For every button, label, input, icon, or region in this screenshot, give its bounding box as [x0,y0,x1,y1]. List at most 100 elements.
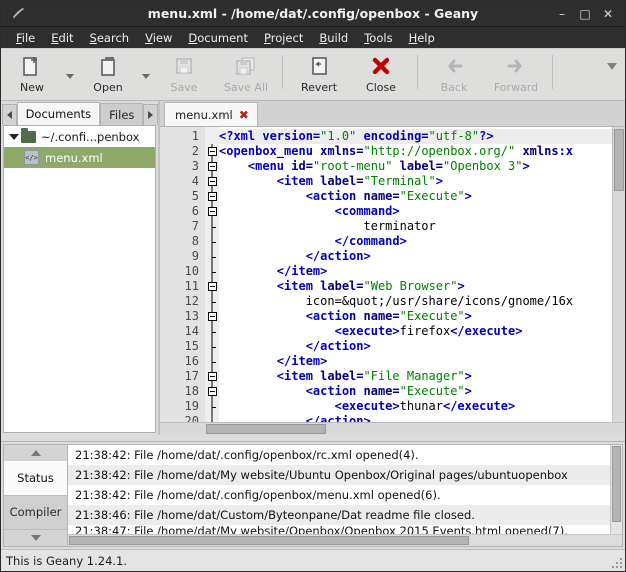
menu-view[interactable]: View [137,31,180,45]
code-line[interactable]: </item> [219,264,612,279]
code-line[interactable]: icon=&quot;/usr/share/icons/gnome/16x [219,294,612,309]
menu-help[interactable]: Help [401,31,443,45]
menu-build[interactable]: Build [311,31,356,45]
code-view[interactable]: <?xml version="1.0" encoding="utf-8"?> <o… [219,127,612,422]
xml-file-icon: </> [24,150,39,165]
minimize-button[interactable]: – [556,8,568,20]
open-dropdown-arrow[interactable] [139,51,153,99]
message-tab-compiler[interactable]: Compiler [4,495,67,530]
code-line[interactable]: <action name="Execute"> [219,309,612,324]
close-file-button[interactable]: Close [350,51,412,99]
tree-row-folder[interactable]: ~/.confi...penbox [4,126,155,147]
resize-grip[interactable] [609,555,623,569]
documents-tree[interactable]: ~/.confi...penbox </> menu.xml [3,125,156,433]
tree-expander-icon[interactable] [7,133,21,140]
fold-toggle-icon[interactable] [205,189,219,204]
status-message-row[interactable]: 21:38:47: File /home/dat/My website/Open… [68,525,622,534]
editor-tab-label: menu.xml [175,107,233,122]
status-message-row[interactable]: 21:38:42: File /home/dat/.config/openbox… [68,445,622,465]
fold-toggle-icon[interactable] [205,279,219,294]
fold-toggle-icon[interactable] [205,309,219,324]
message-vscroll-thumb[interactable] [612,446,621,522]
editor-vertical-scrollbar[interactable] [612,127,625,422]
code-line[interactable]: <item label="Web Browser"> [219,279,612,294]
code-line[interactable]: <openbox_menu xmlns="http://openbox.org/… [219,144,612,159]
new-button[interactable]: New [1,51,63,99]
toolbar-separator-2 [417,55,418,89]
menu-tools[interactable]: Tools [356,31,400,45]
menu-edit[interactable]: Edit [43,31,81,45]
sidebar-tab-files[interactable]: Files [100,103,144,125]
fold-margin[interactable] [205,127,219,429]
code-line[interactable]: <?xml version="1.0" encoding="utf-8"?> [219,129,612,144]
fold-toggle-icon[interactable] [205,174,219,189]
code-line[interactable]: <execute>thunar</execute> [219,399,612,414]
message-tab-status[interactable]: Status [4,461,67,496]
code-line[interactable]: <execute>firefox</execute> [219,324,612,339]
message-tabstrip: Status Compiler [3,444,67,547]
menu-tools-rest: ools [369,30,393,45]
code-line[interactable]: <command> [219,204,612,219]
editor-tab-menu-xml[interactable]: menu.xml ✖ [164,102,258,126]
revert-button[interactable]: Revert [288,51,350,99]
code-line[interactable]: <action name="Execute"> [219,384,612,399]
fold-toggle-icon[interactable] [205,384,219,399]
editor-horizontal-scrollbar[interactable] [160,422,625,435]
menu-search[interactable]: Search [82,31,138,45]
toolbar-separator-3 [552,55,553,89]
code-line[interactable]: </action> [219,339,612,354]
fold-toggle-icon[interactable] [205,204,219,219]
code-line[interactable]: </action> [219,414,612,422]
code-line[interactable]: </item> [219,354,612,369]
code-line[interactable]: terminator [219,219,612,234]
new-dropdown-arrow[interactable] [63,51,77,99]
code-line[interactable]: <action name="Execute"> [219,189,612,204]
message-panel: Status Compiler 21:38:42: File /home/dat… [1,441,625,549]
window-controls: – □ ✕ [556,8,625,20]
menu-project-rest: roject [270,30,304,45]
maximize-button[interactable]: □ [579,8,591,20]
code-line[interactable]: </action> [219,249,612,264]
sidebar-scroll-right-button[interactable] [143,104,158,125]
message-tab-scroll-up-button[interactable] [4,445,67,461]
editor-hscroll-thumb[interactable] [206,424,326,434]
message-horizontal-scrollbar[interactable] [68,534,622,546]
code-line[interactable]: <item label="Terminal"> [219,174,612,189]
fold-toggle-icon[interactable] [205,159,219,174]
message-hscroll-thumb[interactable] [69,536,469,545]
tree-row-menu-xml[interactable]: </> menu.xml [4,147,155,168]
menu-edit-rest: dit [58,30,74,45]
sidebar-scroll-left-button[interactable] [2,104,17,125]
menu-file[interactable]: File [8,31,43,45]
close-button[interactable]: ✕ [602,8,614,20]
red-x-icon [370,54,392,80]
message-tab-scroll-down-button[interactable] [4,530,67,546]
menu-build-rest: uild [327,30,349,45]
sidebar-tab-documents[interactable]: Documents [16,102,101,125]
line-number: 14 [184,324,199,338]
fold-toggle-icon[interactable] [205,144,219,159]
status-message-row[interactable]: 21:38:46: File /home/dat/Custom/Byteonpa… [68,505,622,525]
line-number: 18 [184,384,199,398]
line-number: 12 [184,294,199,308]
editor-vscroll-thumb[interactable] [614,129,624,191]
code-line[interactable]: <menu id="root-menu" label="Openbox 3"> [219,159,612,174]
fold-toggle-icon[interactable] [205,369,219,384]
menu-project[interactable]: Project [256,31,311,45]
fold-line [205,249,219,264]
message-vertical-scrollbar[interactable] [610,445,622,534]
close-icon[interactable]: ✖ [239,108,249,122]
menu-edit-mnemonic: E [51,30,59,45]
tree-row-folder-label: ~/.confi...penbox [41,129,140,144]
status-message-row[interactable]: 21:38:42: File /home/dat/.config/openbox… [68,485,622,505]
tree-row-menu-xml-label: menu.xml [45,150,103,165]
status-message-row[interactable]: 21:38:42: File /home/dat/My website/Ubun… [68,465,622,485]
sidebar-tabstrip: Documents Files [1,101,158,125]
code-line[interactable]: </command> [219,234,612,249]
toolbar-overflow-button[interactable] [607,63,617,70]
fold-line [205,339,219,354]
open-button[interactable]: Open [77,51,139,99]
status-message-list[interactable]: 21:38:42: File /home/dat/.config/openbox… [67,444,623,547]
code-line[interactable]: <item label="File Manager"> [219,369,612,384]
menu-document[interactable]: Document [180,31,256,45]
